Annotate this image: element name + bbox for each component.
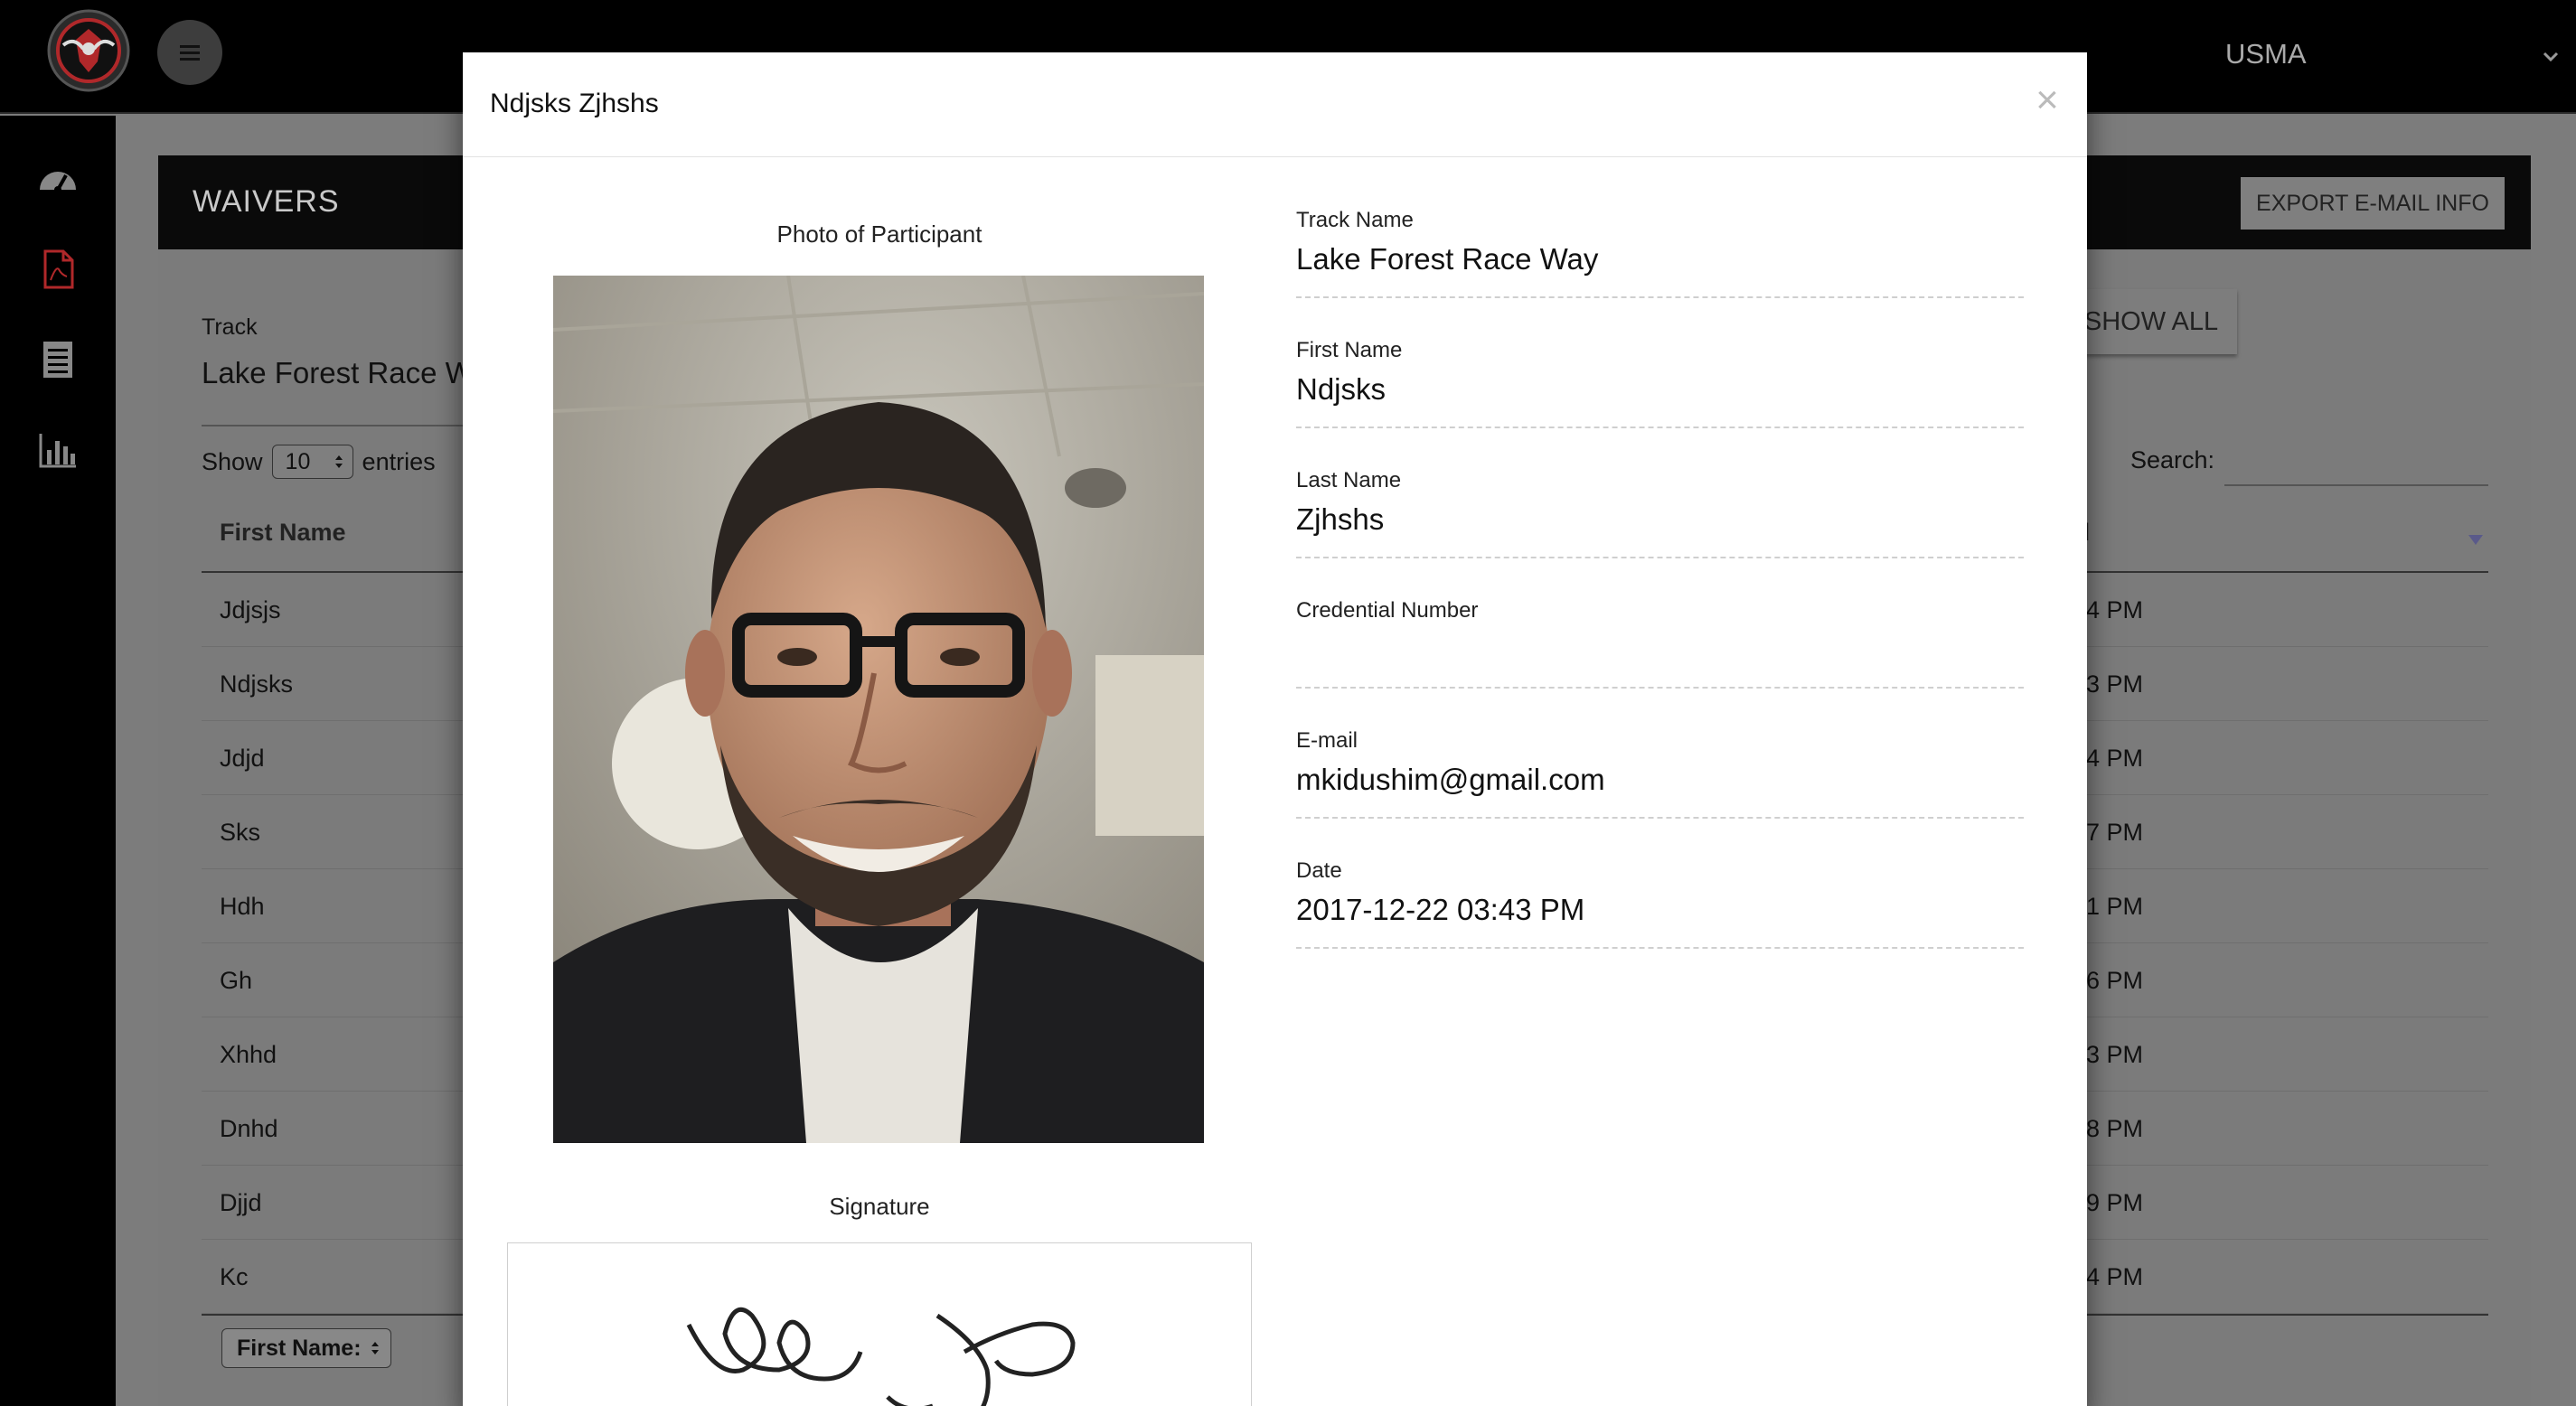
search-label: Search: [2130, 446, 2215, 473]
first-name-cell: Ndjsks [220, 670, 294, 698]
first-name-cell: Gh [220, 967, 253, 994]
hamburger-icon [180, 45, 200, 61]
participant-photo [553, 276, 1204, 1143]
close-icon[interactable]: × [2028, 76, 2066, 125]
first-name-cell: Jdjsjs [220, 596, 281, 623]
select-arrows-icon [334, 455, 343, 468]
first-name-cell: Sks [220, 819, 261, 846]
photo-label: Photo of Participant [776, 220, 982, 248]
sort-desc-icon[interactable] [2468, 533, 2484, 546]
modal-title: Ndjsks Zjhshs [490, 89, 659, 118]
field-label: Last Name [1296, 468, 1402, 492]
first-name-cell: Dnhd [220, 1115, 278, 1142]
track-label: Track [202, 314, 258, 340]
track-name-field: Track Name Lake Forest Race Way [1296, 208, 2024, 298]
field-label: Track Name [1296, 208, 1414, 232]
show-label: Show [202, 447, 263, 475]
last-name-field: Last Name Zjhshs [1296, 468, 2024, 558]
first-name-cell: Jdjd [220, 745, 265, 772]
credential-number-field: Credential Number [1296, 598, 2024, 689]
export-email-button[interactable]: EXPORT E-MAIL INFO [2241, 177, 2505, 230]
page-title: WAIVERS [193, 184, 340, 219]
show-all-button[interactable]: SHOW ALL [2065, 289, 2237, 354]
first-name-cell: Djjd [220, 1189, 262, 1216]
motorsports-logo[interactable] [43, 9, 134, 99]
modal-header: Ndjsks Zjhshs × [463, 52, 2087, 157]
column-header-first-name[interactable]: First Name [220, 519, 346, 547]
field-value: 2017-12-22 03:43 PM [1296, 893, 1585, 926]
entries-value: 10 [285, 448, 311, 474]
sidebar [0, 116, 116, 1406]
participant-modal: Ndjsks Zjhshs × Photo of Participant Sig… [463, 52, 2087, 1406]
chevron-down-icon[interactable] [2540, 45, 2562, 67]
select-arrows-icon [371, 1342, 379, 1354]
page-length-control: Show 10 entries [202, 445, 436, 479]
first-name-cell: Kc [220, 1263, 249, 1290]
entries-select[interactable]: 10 [271, 445, 353, 479]
field-label: E-mail [1296, 728, 1359, 753]
first-name-cell: Hdh [220, 893, 265, 920]
first-name-field: First Name Ndjsks [1296, 338, 2024, 428]
first-name-filter-select[interactable]: First Name: [221, 1328, 391, 1368]
pdf-icon[interactable] [36, 249, 80, 289]
field-label: Credential Number [1296, 598, 1479, 623]
date-field: Date 2017-12-22 03:43 PM [1296, 858, 2024, 949]
user-menu-label[interactable]: USMA [2225, 38, 2307, 70]
field-value: Ndjsks [1296, 372, 1387, 406]
entries-label: entries [362, 447, 436, 475]
field-value: Lake Forest Race Way [1296, 242, 1599, 276]
menu-toggle-button[interactable] [157, 20, 222, 85]
email-field: E-mail mkidushim@gmail.com [1296, 728, 2024, 819]
dashboard-icon[interactable] [36, 159, 80, 199]
list-icon[interactable] [36, 340, 80, 380]
field-value: Zjhshs [1296, 502, 1385, 536]
filter-select-label: First Name: [237, 1335, 362, 1361]
field-label: Date [1296, 858, 1342, 883]
signature-image [507, 1242, 1252, 1406]
first-name-cell: Xhhd [220, 1041, 277, 1068]
bar-chart-icon[interactable] [36, 430, 80, 470]
search-input[interactable] [2224, 430, 2488, 486]
signature-label: Signature [829, 1193, 930, 1220]
field-label: First Name [1296, 338, 1403, 362]
field-value: mkidushim@gmail.com [1296, 763, 1605, 796]
